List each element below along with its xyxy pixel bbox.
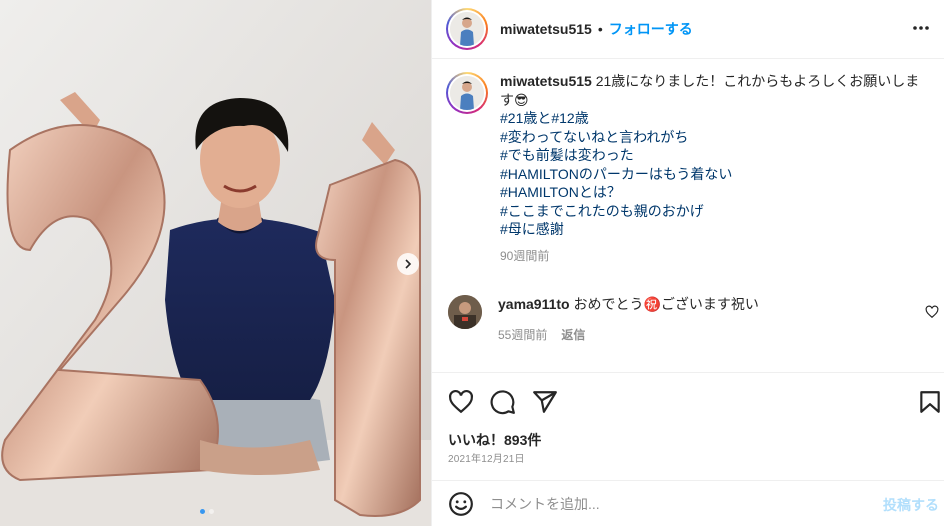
bookmark-icon[interactable] bbox=[917, 389, 943, 415]
author-avatar[interactable] bbox=[446, 8, 488, 50]
hashtag-link[interactable]: #21歳と#12歳 bbox=[500, 109, 926, 128]
caption-avatar[interactable] bbox=[446, 72, 488, 114]
comment-heart-icon[interactable] bbox=[925, 305, 939, 319]
post-photo bbox=[0, 0, 431, 526]
hashtag-link[interactable]: #HAMILTONとは？ bbox=[500, 183, 926, 202]
caption-timestamp[interactable]: 90週間前 bbox=[500, 247, 926, 266]
carousel-indicator bbox=[200, 509, 214, 514]
reply-button[interactable]: 返信 bbox=[561, 326, 585, 344]
post-header: miwatetsu515 • フォローする bbox=[432, 0, 944, 59]
comment-text: おめでとう㊗️ございます祝い bbox=[569, 296, 759, 312]
post-comment-button[interactable]: 投稿する bbox=[883, 495, 939, 515]
hashtag-link[interactable]: #変わってないねと言われがち bbox=[500, 128, 926, 147]
follow-button[interactable]: フォローする bbox=[609, 19, 693, 39]
hashtag-link[interactable]: #ここまでこれたのも親のおかげ bbox=[500, 202, 926, 221]
heart-icon[interactable] bbox=[448, 389, 474, 415]
hashtag-link[interactable]: #HAMILTONのパーカーはもう着ない bbox=[500, 165, 926, 184]
comment-item: yama911to おめでとう㊗️ございます祝い 55週間前 返信 bbox=[448, 295, 944, 344]
caption-username[interactable]: miwatetsu515 bbox=[500, 73, 592, 89]
post-media[interactable] bbox=[0, 0, 431, 526]
comment-input[interactable] bbox=[490, 495, 840, 512]
emoji-icon[interactable] bbox=[448, 491, 474, 517]
comment-icon[interactable] bbox=[490, 389, 516, 415]
post-date: 2021年12月21日 bbox=[448, 454, 525, 465]
separator-dot: • bbox=[597, 21, 603, 37]
commenter-avatar[interactable] bbox=[448, 295, 482, 329]
paper-plane-icon[interactable] bbox=[532, 389, 558, 415]
hashtag-link[interactable]: #でも前髪は変わった bbox=[500, 146, 926, 165]
post-sidebar: miwatetsu515 • フォローする miwatetsu515 21歳にな… bbox=[431, 0, 944, 526]
hashtag-link[interactable]: #母に感謝 bbox=[500, 220, 926, 239]
action-bar bbox=[432, 372, 944, 427]
like-count[interactable]: いいね！893件 bbox=[448, 430, 541, 450]
post-caption: miwatetsu515 21歳になりました！これからもよろしくお願いします😎 … bbox=[446, 72, 941, 265]
comment-composer: 投稿する bbox=[432, 480, 944, 526]
carousel-dot bbox=[209, 509, 214, 514]
comment-timestamp[interactable]: 55週間前 bbox=[498, 326, 547, 344]
carousel-dot-active bbox=[200, 509, 205, 514]
carousel-next-button[interactable] bbox=[397, 253, 419, 275]
commenter-username[interactable]: yama911to bbox=[498, 296, 570, 312]
chevron-right-icon bbox=[405, 259, 412, 269]
more-horizontal-icon[interactable] bbox=[911, 18, 931, 38]
author-username[interactable]: miwatetsu515 bbox=[500, 21, 592, 37]
